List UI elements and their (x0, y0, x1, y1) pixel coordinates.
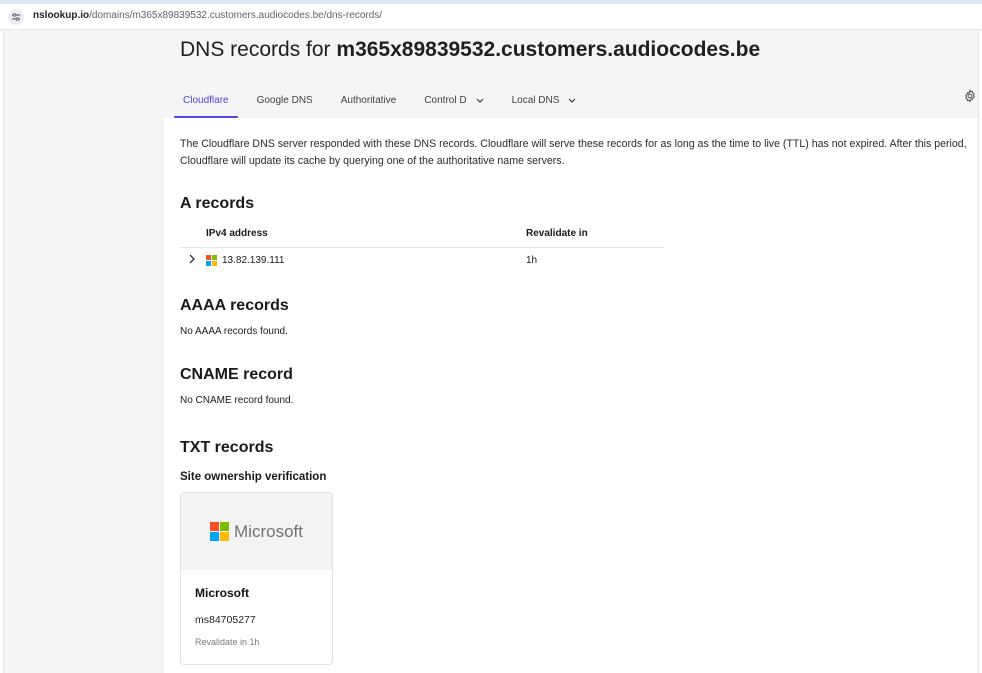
ipv4-value: 13.82.139.111 (222, 255, 285, 266)
right-edge (978, 31, 982, 673)
cname-empty-message: No CNAME record found. (180, 395, 294, 406)
settings-gear-icon[interactable] (963, 89, 977, 103)
page-title: DNS records for m365x89839532.customers.… (180, 38, 978, 62)
microsoft-logo-icon (210, 522, 230, 541)
aaaa-records-heading: AAAA records (180, 297, 289, 314)
microsoft-logo: Microsoft (181, 493, 332, 570)
title-domain: m365x89839532.customers.audiocodes.be (336, 38, 761, 61)
a-records-heading: A records (180, 195, 255, 212)
site-ownership-subheading: Site ownership verification (180, 471, 327, 483)
revalidate-value: 1h (526, 255, 538, 266)
title-prefix: DNS records for (180, 38, 331, 61)
url-path: /domains/m365x89839532.customers.audioco… (89, 10, 383, 21)
tab-label: Cloudflare (183, 94, 229, 106)
verification-card-microsoft[interactable]: Microsoft Microsoft ms84705277 Revalidat… (180, 492, 333, 665)
tab-cloudflare[interactable]: Cloudflare (174, 82, 238, 118)
table-header: IPv4 address Revalidate in (180, 224, 664, 248)
chevron-down-icon (568, 95, 576, 105)
browser-top-accent (0, 0, 982, 4)
txt-records-heading: TXT records (180, 439, 274, 456)
url-text[interactable]: nslookup.io/domains/m365x89839532.custom… (33, 10, 382, 21)
tab-label: Local DNS (511, 94, 560, 106)
table-row[interactable]: 13.82.139.111 1h (180, 248, 664, 274)
a-records-table: IPv4 address Revalidate in 13.82.139.111… (180, 224, 664, 274)
tab-label: Google DNS (256, 94, 313, 106)
card-txt-value: ms84705277 (195, 614, 256, 626)
tab-authoritative[interactable]: Authoritative (332, 82, 406, 118)
url-host: nslookup.io (33, 10, 90, 21)
tab-local-dns[interactable]: Local DNS (503, 82, 586, 118)
tab-label: Authoritative (340, 94, 397, 106)
intro-text: The Cloudflare DNS server responded with… (180, 138, 967, 167)
microsoft-logo-text: Microsoft (234, 521, 303, 541)
left-edge (0, 31, 4, 673)
card-provider-name: Microsoft (195, 586, 249, 600)
resolver-tabs: Cloudflare Google DNS Authoritative Cont… (174, 82, 595, 118)
microsoft-logo-icon (206, 255, 217, 266)
tab-control-d[interactable]: Control D (415, 82, 492, 118)
site-settings-icon[interactable] (8, 9, 24, 25)
aaaa-empty-message: No AAAA records found. (180, 326, 288, 337)
browser-url-bar[interactable]: nslookup.io/domains/m365x89839532.custom… (0, 0, 982, 30)
expand-chevron-icon[interactable] (188, 254, 198, 266)
col-ipv4: IPv4 address (206, 228, 268, 239)
cname-record-heading: CNAME record (180, 366, 293, 383)
tab-label: Control D (424, 94, 467, 106)
card-revalidate: Revalidate in 1h (195, 637, 260, 647)
col-revalidate: Revalidate in (526, 228, 588, 239)
records-panel: The Cloudflare DNS server responded with… (164, 118, 978, 673)
tab-google-dns[interactable]: Google DNS (248, 82, 322, 118)
chevron-down-icon (476, 95, 484, 105)
